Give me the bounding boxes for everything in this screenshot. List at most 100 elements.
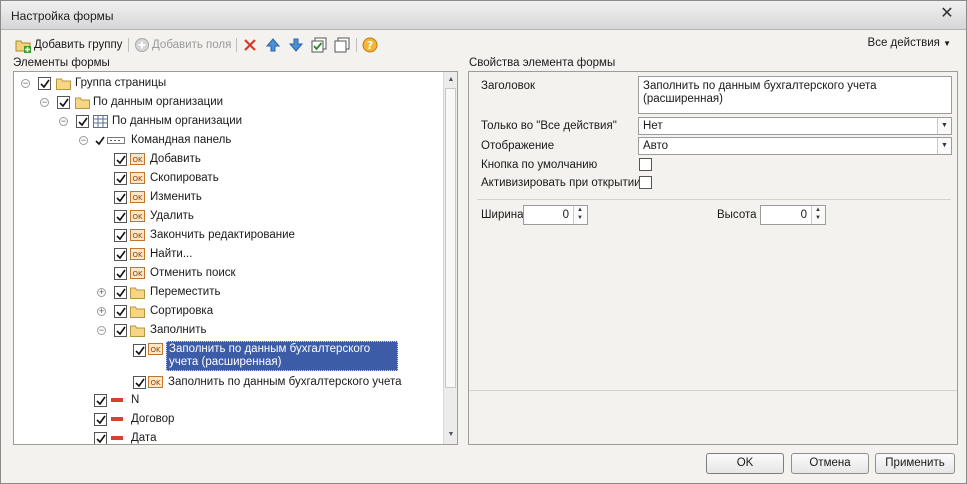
apply-button[interactable]: Применить: [875, 453, 955, 474]
svg-text:OK: OK: [132, 213, 143, 221]
tree-item[interactable]: OK Удалить: [14, 207, 444, 226]
tree-item[interactable]: − Заполнить: [14, 321, 444, 340]
delete-icon[interactable]: [242, 37, 258, 53]
expand-icon[interactable]: +: [97, 288, 106, 297]
item-checkbox[interactable]: [114, 229, 127, 242]
uncheck-all-icon[interactable]: [334, 37, 350, 53]
element-properties-label: Свойства элемента формы: [469, 57, 616, 69]
add-field-button[interactable]: Добавить поля: [152, 35, 231, 55]
table-icon: [93, 115, 108, 128]
tree-item[interactable]: OK Отменить поиск: [14, 264, 444, 283]
scrollbar-thumb[interactable]: [445, 88, 456, 388]
spinner-buttons[interactable]: ▲ ▼: [573, 206, 587, 224]
tree-item[interactable]: OK Найти...: [14, 245, 444, 264]
tree-item[interactable]: Договор: [14, 410, 444, 429]
tree-item[interactable]: N: [14, 391, 444, 410]
button-icon: OK: [130, 172, 145, 184]
display-select[interactable]: Авто ▼: [638, 137, 952, 155]
cancel-button[interactable]: Отмена: [791, 453, 869, 474]
only-all-actions-select[interactable]: Нет ▼: [638, 117, 952, 135]
item-checkbox[interactable]: [57, 96, 70, 109]
close-icon[interactable]: ✕: [938, 5, 956, 23]
folder-icon: [56, 78, 71, 90]
scroll-down-icon[interactable]: ▼: [446, 430, 456, 440]
tree-item-label: Изменить: [150, 191, 202, 203]
item-checkbox[interactable]: [114, 191, 127, 204]
item-checkbox[interactable]: [94, 413, 107, 426]
tree-item[interactable]: OK Закончить редактирование: [14, 226, 444, 245]
collapse-icon[interactable]: −: [40, 98, 49, 107]
tree-item-label: Переместить: [150, 286, 221, 298]
all-actions-label: Все действия: [867, 37, 940, 49]
tree-item[interactable]: Дата: [14, 429, 444, 444]
tree-item-label: Закончить редактирование: [150, 229, 295, 241]
help-icon[interactable]: ?: [362, 37, 378, 53]
field-icon: [111, 417, 123, 421]
tree-item-label: Дата: [131, 432, 157, 444]
scroll-up-icon[interactable]: ▲: [446, 75, 456, 85]
tree-item[interactable]: − Командная панель: [14, 131, 444, 150]
add-group-button[interactable]: Добавить группу: [34, 35, 122, 55]
height-label: Высота: [717, 209, 757, 221]
collapse-icon[interactable]: −: [97, 326, 106, 335]
tree-item[interactable]: OK Добавить: [14, 150, 444, 169]
tree-item[interactable]: − Группа страницы: [14, 74, 444, 93]
button-icon: OK: [130, 153, 145, 165]
item-checkbox[interactable]: [114, 305, 127, 318]
item-checkbox[interactable]: [133, 376, 146, 389]
tree-item[interactable]: − По данным организации: [14, 93, 444, 112]
ok-button[interactable]: OK: [706, 453, 784, 474]
tree-item-label: Отменить поиск: [150, 267, 236, 279]
all-actions-menu[interactable]: Все действия ▼: [868, 37, 951, 49]
item-checkbox[interactable]: [94, 394, 107, 407]
item-checkbox[interactable]: [94, 432, 107, 444]
tree-item-label: N: [131, 394, 140, 406]
dropdown-arrow-icon[interactable]: ▼: [937, 118, 951, 134]
folder-icon: [130, 306, 145, 318]
activate-on-open-checkbox[interactable]: [639, 176, 652, 189]
only-all-actions-value: Нет: [643, 120, 663, 132]
item-checkbox[interactable]: [114, 153, 127, 166]
tree-item[interactable]: OK Изменить: [14, 188, 444, 207]
width-value: 0: [562, 209, 569, 221]
check-all-icon[interactable]: [311, 37, 327, 53]
tree-item[interactable]: + Переместить: [14, 283, 444, 302]
tree-item[interactable]: OK Скопировать: [14, 169, 444, 188]
element-properties-panel: Заголовок Заполнить по данным бухгалтерс…: [468, 71, 958, 445]
item-checkbox[interactable]: [114, 324, 127, 337]
add-group-icon: [15, 40, 31, 53]
item-checkbox[interactable]: [76, 115, 89, 128]
tree-item[interactable]: − По данным организации: [14, 112, 444, 131]
collapse-icon[interactable]: −: [59, 117, 68, 126]
tree-scrollbar[interactable]: ▲ ▼: [443, 72, 457, 444]
item-checkbox[interactable]: [114, 210, 127, 223]
collapse-icon[interactable]: −: [79, 136, 88, 145]
dropdown-arrow-icon[interactable]: ▼: [937, 138, 951, 154]
item-checkbox[interactable]: [114, 172, 127, 185]
tree-item-selected[interactable]: OK Заполнить по данным бухгалтерского уч…: [14, 341, 444, 371]
button-icon: OK: [130, 248, 145, 260]
header-textarea[interactable]: Заполнить по данным бухгалтерского учета…: [638, 76, 952, 114]
move-down-icon[interactable]: [288, 37, 304, 53]
default-button-checkbox[interactable]: [639, 158, 652, 171]
height-spinner[interactable]: 0 ▲ ▼: [760, 205, 826, 225]
svg-text:?: ?: [367, 39, 373, 52]
item-checkbox[interactable]: [114, 286, 127, 299]
spinner-buttons[interactable]: ▲ ▼: [811, 206, 825, 224]
item-checkbox[interactable]: [114, 267, 127, 280]
tree-item[interactable]: + Сортировка: [14, 302, 444, 321]
tree-item-label: Командная панель: [131, 134, 232, 146]
collapse-icon[interactable]: −: [21, 79, 30, 88]
expand-icon[interactable]: +: [97, 307, 106, 316]
button-icon: OK: [130, 191, 145, 203]
item-checkbox[interactable]: [38, 77, 51, 90]
width-spinner[interactable]: 0 ▲ ▼: [523, 205, 588, 225]
form-elements-label: Элементы формы: [13, 57, 110, 69]
item-checkbox[interactable]: [114, 248, 127, 261]
tree-item-label: Договор: [131, 413, 175, 425]
window-title: Настройка формы: [11, 9, 114, 23]
tree-item[interactable]: OK Заполнить по данным бухгалтерского уч…: [14, 373, 444, 392]
command-panel-icon: [107, 137, 125, 144]
move-up-icon[interactable]: [265, 37, 281, 53]
item-checkbox[interactable]: [133, 344, 146, 357]
